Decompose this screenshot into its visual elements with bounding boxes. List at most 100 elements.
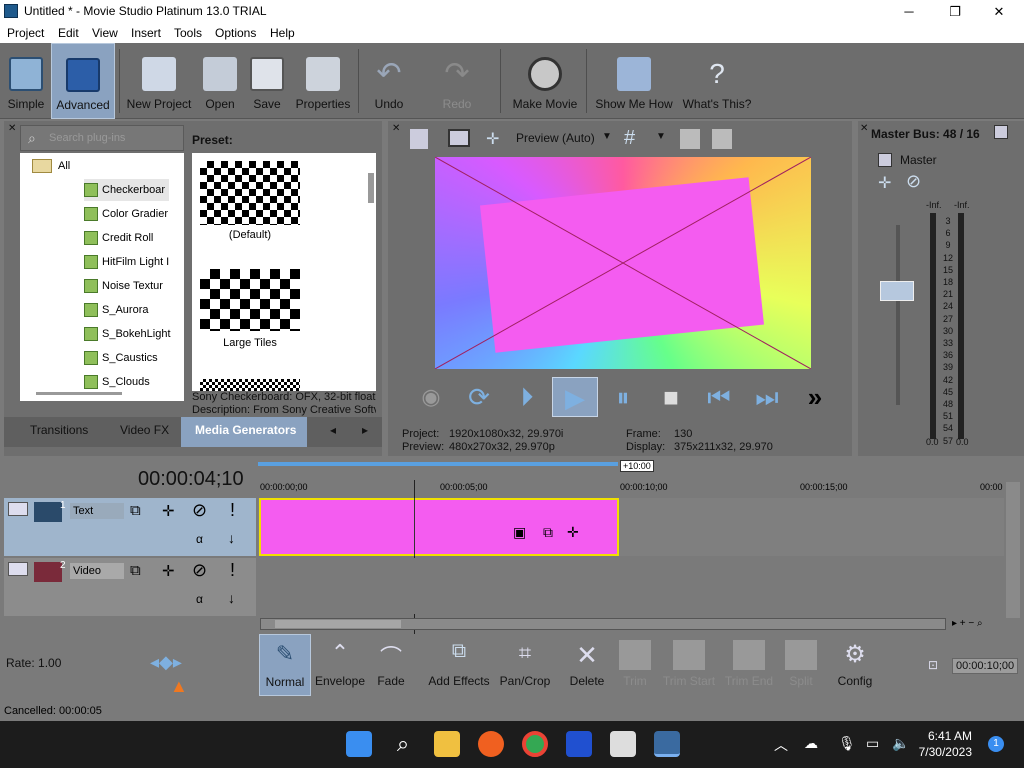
- cloud-offline-icon[interactable]: ☁: [804, 735, 818, 752]
- fade-button[interactable]: ⌒ Fade: [370, 634, 412, 696]
- windows-start-icon[interactable]: [346, 731, 372, 757]
- plugin-tree[interactable]: All Checkerboar Color Gradier Credit Rol…: [20, 153, 184, 401]
- solo-icon[interactable]: !: [230, 500, 235, 521]
- timeline-vertical-scrollbar[interactable]: [1006, 482, 1020, 618]
- trim-end-button[interactable]: Trim End: [722, 634, 776, 696]
- loop-region-bar[interactable]: [258, 462, 618, 466]
- chrome-icon[interactable]: [522, 731, 548, 757]
- text-event-clip[interactable]: ▣ ⧉ ✛: [259, 498, 619, 556]
- mute-icon[interactable]: ⊘: [192, 500, 207, 521]
- tree-item-s-clouds[interactable]: S_Clouds: [84, 371, 150, 393]
- new-project-button[interactable]: New Project: [124, 43, 194, 119]
- panel-close-icon[interactable]: ✕: [392, 123, 400, 134]
- tree-item-color-gradient[interactable]: Color Gradier: [84, 203, 168, 225]
- open-button[interactable]: Open: [199, 43, 241, 119]
- search-icon[interactable]: ⌕: [390, 731, 416, 757]
- trim-start-button[interactable]: Trim Start: [660, 634, 718, 696]
- copy-snapshot-icon[interactable]: [680, 129, 700, 149]
- 7zip-icon[interactable]: [610, 731, 636, 757]
- menu-project[interactable]: Project: [7, 26, 44, 40]
- zoom-controls-icon[interactable]: ▸ + − ⌕: [952, 618, 983, 629]
- delete-button[interactable]: ✕ Delete: [566, 634, 608, 696]
- track-fx-icon[interactable]: α: [196, 532, 203, 546]
- show-me-how-button[interactable]: Show Me How: [594, 43, 674, 119]
- external-monitor-icon[interactable]: [448, 129, 470, 147]
- track-expand-icon[interactable]: [8, 562, 28, 576]
- master-properties-icon[interactable]: [878, 153, 892, 167]
- grid-overlay-icon[interactable]: #: [624, 127, 635, 150]
- normal-edit-tool[interactable]: ✎ Normal: [259, 634, 311, 696]
- track-lane-video[interactable]: [258, 558, 1004, 614]
- menu-options[interactable]: Options: [215, 26, 256, 40]
- properties-button[interactable]: Properties: [293, 43, 353, 119]
- mute-icon[interactable]: ⊘: [192, 560, 207, 581]
- track-name-field[interactable]: Text: [70, 503, 124, 519]
- envelope-edit-tool[interactable]: ⌃ Envelope: [314, 634, 366, 696]
- track-motion-icon[interactable]: ✛: [162, 562, 175, 580]
- track-header-video[interactable]: 2 Video ⧉ ✛ ⊘ ! α ↓: [4, 558, 256, 616]
- preset-scrollbar[interactable]: [368, 173, 374, 203]
- undo-button[interactable]: ↶ Undo: [366, 43, 412, 119]
- tab-scroll-right[interactable]: ▸: [362, 423, 368, 437]
- save-button[interactable]: Save: [247, 43, 287, 119]
- notification-badge[interactable]: 1: [988, 736, 1004, 752]
- tab-media-generators[interactable]: Media Generators: [181, 417, 307, 447]
- system-clock[interactable]: 6:41 AM 7/30/2023: [919, 728, 972, 760]
- plugin-search-input[interactable]: Search plug-ins: [20, 125, 184, 151]
- pan-crop-button[interactable]: ⌗ Pan/Crop: [498, 634, 552, 696]
- go-to-start-icon[interactable]: ⏮: [696, 377, 742, 417]
- tab-transitions[interactable]: Transitions: [30, 423, 88, 437]
- microphone-icon[interactable]: 🎙: [838, 735, 856, 752]
- volume-icon[interactable]: 🔈: [892, 735, 909, 752]
- stop-icon[interactable]: ■: [648, 377, 694, 417]
- composite-mode-icon[interactable]: ⧉: [130, 502, 141, 519]
- tree-item-all[interactable]: All: [32, 155, 70, 177]
- tree-item-s-caustics[interactable]: S_Caustics: [84, 347, 158, 369]
- tab-scroll-left[interactable]: ◂: [330, 423, 336, 437]
- preview-quality-dropdown[interactable]: Preview (Auto): [516, 131, 595, 145]
- advanced-button[interactable]: Advanced: [51, 43, 115, 119]
- event-move-icon[interactable]: ✛: [567, 524, 579, 541]
- panel-close-icon[interactable]: ✕: [860, 123, 868, 134]
- menu-insert[interactable]: Insert: [131, 26, 161, 40]
- tree-item-s-aurora[interactable]: S_Aurora: [84, 299, 148, 321]
- rate-slider-handle[interactable]: ▲: [170, 676, 188, 697]
- trim-button[interactable]: Trim: [614, 634, 656, 696]
- firefox-icon[interactable]: [478, 731, 504, 757]
- redo-button[interactable]: ↷ Redo: [434, 43, 480, 119]
- menu-help[interactable]: Help: [270, 26, 295, 40]
- panel-close-icon[interactable]: ✕: [8, 123, 16, 134]
- app-dots-icon[interactable]: [566, 731, 592, 757]
- track-header-text[interactable]: 1 Text ⧉ ✛ ⊘ ! α ↓: [4, 498, 256, 556]
- network-icon[interactable]: ▭: [866, 735, 879, 752]
- preview-properties-icon[interactable]: [410, 129, 428, 149]
- track-fx-icon[interactable]: α: [196, 592, 203, 606]
- timeline-scroll-thumb[interactable]: [275, 620, 401, 628]
- preset-list[interactable]: (Default) Large Tiles: [192, 153, 376, 391]
- save-snapshot-icon[interactable]: [712, 129, 732, 149]
- tree-item-s-bokehlight[interactable]: S_BokehLight: [84, 323, 171, 345]
- maximize-button[interactable]: ❐: [932, 0, 978, 23]
- config-button[interactable]: ⚙ Config: [832, 634, 878, 696]
- tree-scrollbar[interactable]: [36, 392, 122, 395]
- preset-large-tiles[interactable]: Large Tiles: [192, 267, 308, 363]
- menu-tools[interactable]: Tools: [174, 26, 202, 40]
- menu-view[interactable]: View: [92, 26, 118, 40]
- make-movie-button[interactable]: Make Movie: [508, 43, 582, 119]
- simple-button[interactable]: Simple: [4, 43, 48, 119]
- track-name-field[interactable]: Video: [70, 563, 124, 579]
- track-level-icon[interactable]: ↓: [228, 590, 235, 606]
- tree-item-credit-roll[interactable]: Credit Roll: [84, 227, 153, 249]
- add-effects-button[interactable]: ⧉ Add Effects: [424, 634, 494, 696]
- split-button[interactable]: Split: [780, 634, 822, 696]
- event-pan-crop-icon[interactable]: ▣: [513, 524, 526, 541]
- show-hidden-icons-icon[interactable]: ︿: [774, 735, 788, 755]
- solo-icon[interactable]: !: [230, 560, 235, 581]
- pan-icon[interactable]: ✛: [878, 173, 891, 193]
- record-icon[interactable]: ◉: [408, 377, 454, 417]
- play-from-start-icon[interactable]: ⏵: [504, 377, 550, 417]
- tree-item-checkerboard[interactable]: Checkerboar: [84, 179, 169, 201]
- go-to-end-icon[interactable]: ⏭: [744, 377, 790, 417]
- bypass-fx-icon[interactable]: ⊘: [906, 171, 921, 192]
- rate-slider-arrows-icon[interactable]: ◂◆▸: [150, 652, 182, 673]
